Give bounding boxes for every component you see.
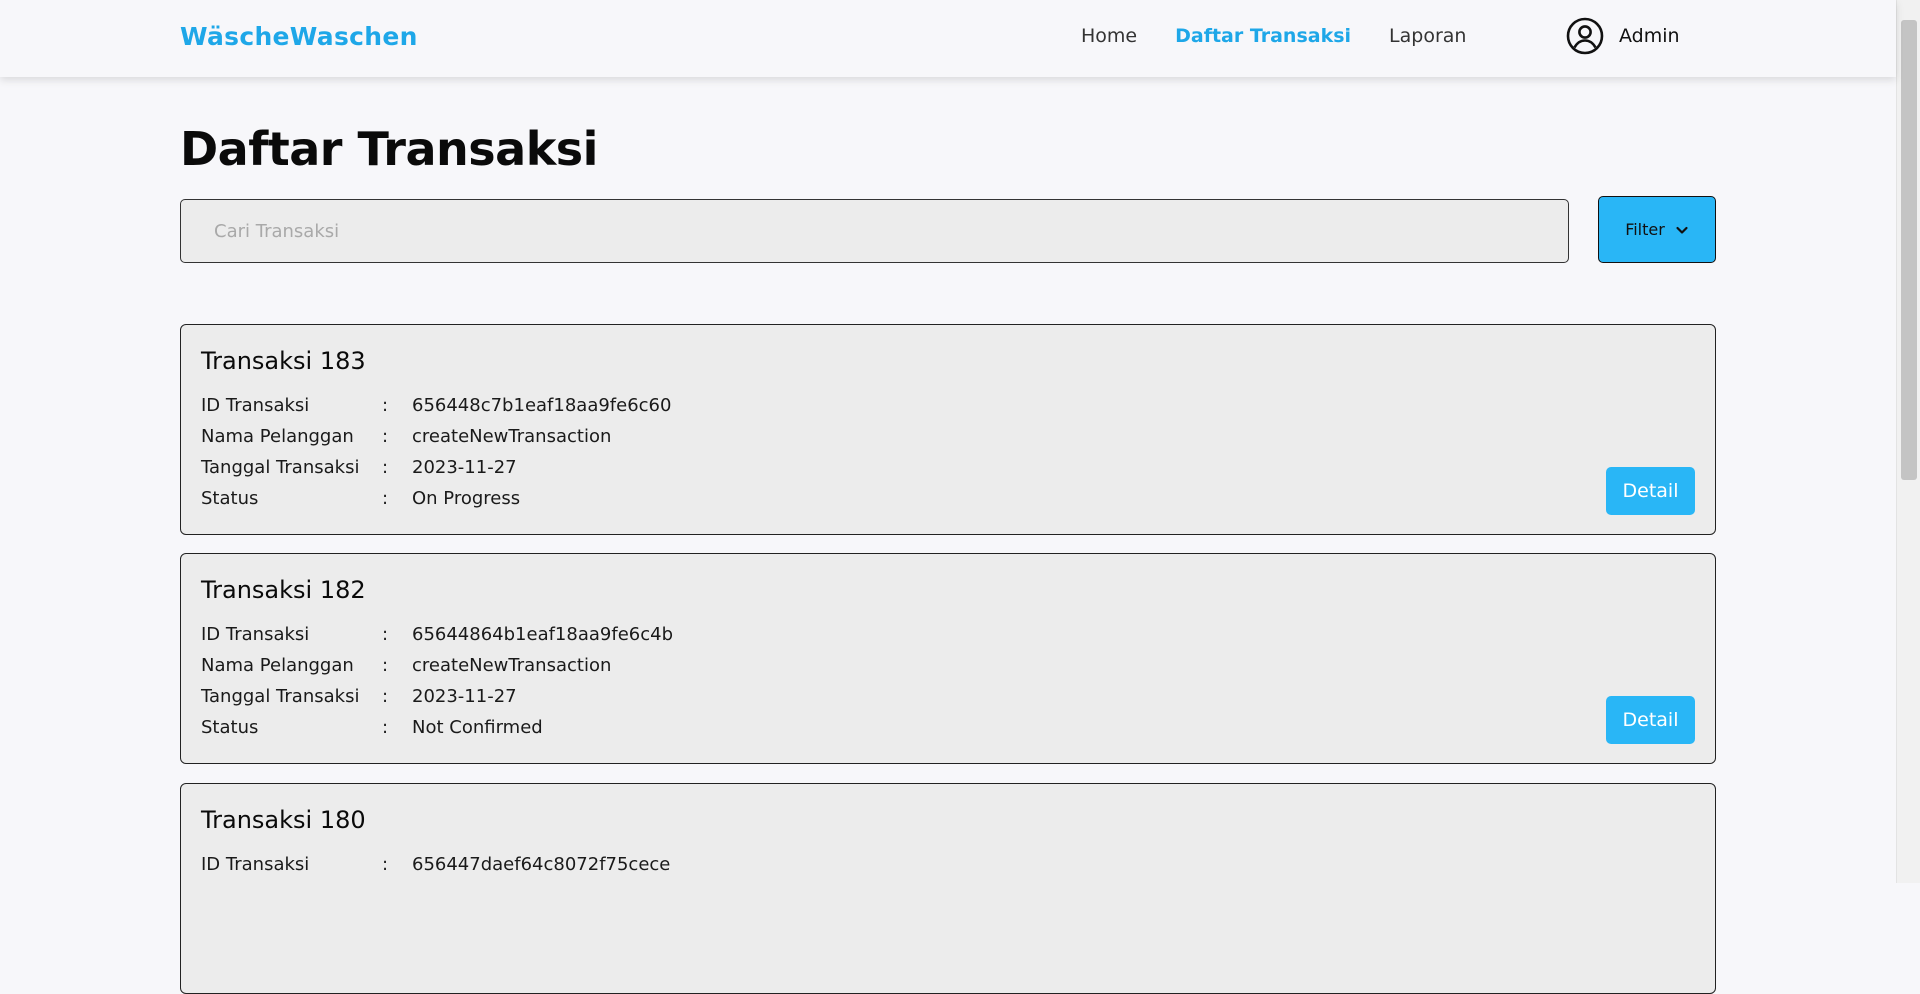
transaction-card: Transaksi 183 ID Transaksi : 656448c7b1e…: [180, 324, 1716, 535]
transaction-id: 65644864b1eaf18aa9fe6c4b: [412, 624, 673, 645]
field-separator: :: [382, 624, 389, 645]
field-separator: :: [382, 854, 389, 875]
field-label: Status: [201, 488, 259, 509]
transaction-title: Transaksi 180: [201, 806, 366, 834]
field-separator: :: [382, 426, 389, 447]
field-label: Tanggal Transaksi: [201, 686, 360, 707]
navbar: WäscheWaschen Home Daftar Transaksi Lapo…: [0, 0, 1896, 77]
transaction-id: 656447daef64c8072f75cece: [412, 854, 671, 875]
filter-button[interactable]: Filter: [1598, 196, 1716, 263]
field-label: Status: [201, 717, 259, 738]
nav-link-daftar-transaksi[interactable]: Daftar Transaksi: [1175, 25, 1351, 47]
field-label: ID Transaksi: [201, 854, 310, 875]
filter-button-label: Filter: [1625, 220, 1665, 239]
chevron-down-icon: [1676, 226, 1688, 234]
field-label: ID Transaksi: [201, 395, 310, 416]
field-separator: :: [382, 395, 389, 416]
search-input[interactable]: [180, 199, 1569, 263]
field-separator: :: [382, 457, 389, 478]
transaction-id: 656448c7b1eaf18aa9fe6c60: [412, 395, 672, 416]
field-separator: :: [382, 717, 389, 738]
transaction-title: Transaksi 183: [201, 347, 366, 375]
brand-logo[interactable]: WäscheWaschen: [180, 22, 418, 51]
detail-button[interactable]: Detail: [1606, 467, 1695, 515]
field-label: Nama Pelanggan: [201, 655, 354, 676]
nav-link-laporan[interactable]: Laporan: [1389, 25, 1466, 47]
page-scrollbar[interactable]: [1896, 0, 1920, 883]
nav-link-home[interactable]: Home: [1081, 25, 1137, 47]
detail-button[interactable]: Detail: [1606, 696, 1695, 744]
user-avatar-icon: [1566, 17, 1604, 55]
transaction-card: Transaksi 180 ID Transaksi : 656447daef6…: [180, 783, 1716, 994]
page-title: Daftar Transaksi: [180, 122, 598, 176]
customer-name: createNewTransaction: [412, 655, 612, 676]
field-separator: :: [382, 686, 389, 707]
transaction-date: 2023-11-27: [412, 457, 517, 478]
transaction-status: On Progress: [412, 488, 521, 509]
scrollbar-thumb[interactable]: [1901, 20, 1917, 480]
nav-links: Home Daftar Transaksi Laporan: [1081, 25, 1504, 47]
user-name: Admin: [1619, 25, 1680, 47]
field-label: ID Transaksi: [201, 624, 310, 645]
field-separator: :: [382, 488, 389, 509]
transaction-card: Transaksi 182 ID Transaksi : 65644864b1e…: [180, 553, 1716, 764]
field-separator: :: [382, 655, 389, 676]
field-label: Tanggal Transaksi: [201, 457, 360, 478]
transaction-title: Transaksi 182: [201, 576, 366, 604]
customer-name: createNewTransaction: [412, 426, 612, 447]
transaction-status: Not Confirmed: [412, 717, 543, 738]
user-menu[interactable]: Admin: [1566, 17, 1680, 55]
transaction-date: 2023-11-27: [412, 686, 517, 707]
field-label: Nama Pelanggan: [201, 426, 354, 447]
